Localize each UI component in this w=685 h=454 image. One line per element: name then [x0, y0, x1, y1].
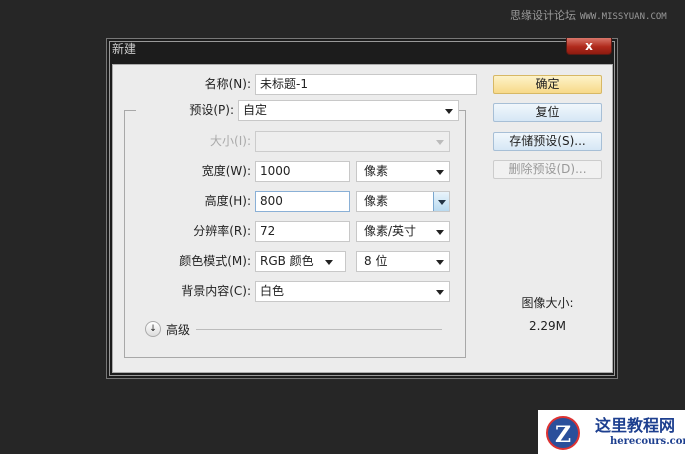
watermark: 思缘设计论坛 WWW.MISSYUAN.COM [510, 7, 667, 23]
height-label: 高度(H): [204, 194, 251, 208]
name-value: 未标题-1 [260, 77, 308, 91]
close-button[interactable]: x [566, 38, 612, 55]
bit-depth-value: 8 位 [364, 254, 388, 268]
advanced-label[interactable]: 高级 [166, 321, 190, 338]
resolution-value: 72 [260, 224, 276, 238]
bit-depth-select[interactable]: 8 位 [356, 251, 450, 272]
chevron-down-icon [436, 290, 444, 295]
name-input[interactable]: 未标题-1 [255, 74, 477, 95]
width-value: 1000 [260, 164, 291, 178]
size-label: 大小(I): [210, 134, 251, 148]
watermark-url: WWW.MISSYUAN.COM [580, 12, 667, 22]
resolution-unit: 像素/英寸 [364, 224, 417, 238]
logo-z-icon: Z [546, 416, 580, 450]
dialog-title: 新建 [112, 42, 137, 56]
width-unit: 像素 [364, 164, 389, 178]
site-logo: Z 这里教程网 herecours.com [538, 410, 685, 454]
save-preset-button[interactable]: 存储预设(S)... [493, 132, 602, 151]
chevron-down-icon [445, 109, 453, 114]
resolution-input[interactable]: 72 [255, 221, 350, 242]
chevron-down-icon [325, 260, 333, 265]
width-input[interactable]: 1000 [255, 161, 350, 182]
chevron-down-icon [436, 140, 444, 145]
preset-select[interactable]: 自定 [238, 100, 459, 121]
background-label: 背景内容(C): [181, 284, 251, 298]
resolution-label: 分辨率(R): [193, 224, 251, 238]
chevron-down-icon [436, 230, 444, 235]
image-size-value: 2.29M [528, 319, 567, 333]
dropdown-button[interactable] [433, 192, 449, 211]
reset-button[interactable]: 复位 [493, 103, 602, 122]
preset-value: 自定 [243, 103, 268, 117]
ok-button[interactable]: 确定 [493, 75, 602, 94]
name-label: 名称(N): [204, 77, 251, 91]
preset-label: 预设(P): [189, 103, 234, 117]
height-input[interactable]: 800 [255, 191, 350, 212]
logo-text: 这里教程网 [595, 416, 676, 435]
color-mode-value: RGB 颜色 [260, 254, 314, 268]
delete-preset-button: 删除预设(D)... [493, 160, 602, 179]
height-value: 800 [260, 194, 283, 208]
height-unit: 像素 [364, 194, 389, 208]
height-unit-select[interactable]: 像素 [356, 191, 450, 212]
width-label: 宽度(W): [201, 164, 251, 178]
resolution-unit-select[interactable]: 像素/英寸 [356, 221, 450, 242]
background-value: 白色 [260, 284, 285, 298]
size-select[interactable] [255, 131, 450, 152]
watermark-text: 思缘设计论坛 [510, 9, 576, 22]
image-size-label: 图像大小: [521, 296, 574, 310]
background-select[interactable]: 白色 [255, 281, 450, 302]
divider [196, 329, 442, 330]
chevron-down-icon [436, 170, 444, 175]
logo-url: herecours.com [610, 436, 685, 447]
color-mode-label: 颜色模式(M): [179, 254, 251, 268]
advanced-expand-icon[interactable]: ↓ [145, 321, 161, 337]
chevron-down-icon [438, 200, 446, 205]
chevron-down-icon [436, 260, 444, 265]
color-mode-select[interactable]: RGB 颜色 [255, 251, 346, 272]
width-unit-select[interactable]: 像素 [356, 161, 450, 182]
